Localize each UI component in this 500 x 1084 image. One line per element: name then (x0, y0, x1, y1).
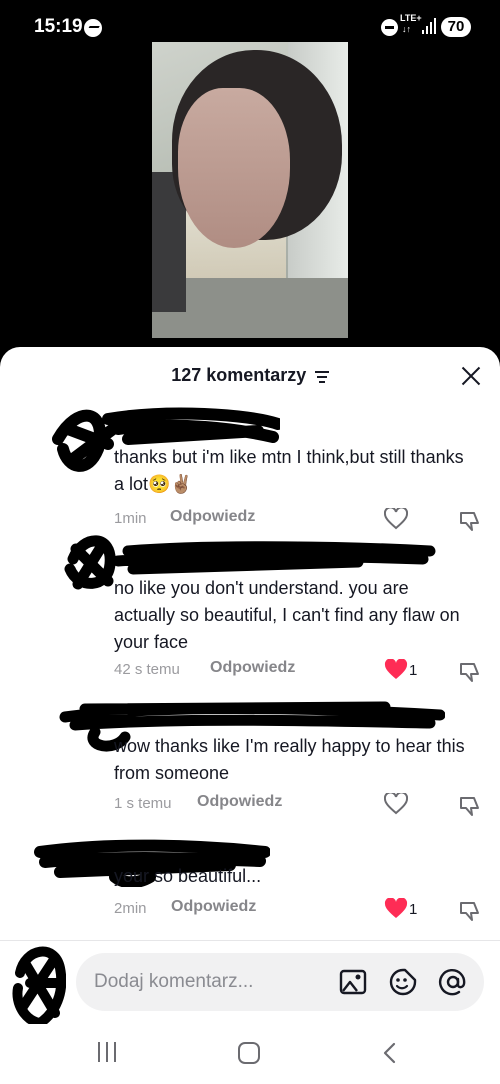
nav-back-icon[interactable] (382, 1042, 396, 1064)
network-activity: ↓↑ (402, 24, 411, 34)
messenger-icon (84, 19, 102, 37)
dislike-icon[interactable] (458, 660, 482, 684)
redacted-user-avatar (12, 946, 66, 1027)
comment-count: 127 komentarzy (171, 365, 307, 385)
comment-item: your so beautiful... 2min Odpowiedz 1 (0, 837, 500, 932)
comment-item: wow thanks like I'm really happy to hear… (0, 697, 500, 817)
reply-button[interactable]: Odpowiedz (197, 793, 282, 811)
status-time: 15:19 (34, 16, 83, 37)
battery-level: 70 (441, 17, 471, 37)
like-count: 1 (409, 662, 418, 679)
network-type: LTE+ (400, 13, 422, 23)
dislike-icon[interactable] (458, 794, 482, 818)
emoji-icon[interactable] (388, 967, 418, 997)
dnd-icon (381, 19, 398, 36)
like-button[interactable]: 1 (384, 659, 424, 685)
comment-text: thanks but i'm like mtn I think,but stil… (114, 447, 464, 494)
comment-input-placeholder: Dodaj komentarz... (94, 971, 254, 992)
comment-text: no like you don't understand. you are ac… (114, 578, 460, 652)
like-button[interactable]: 1 (384, 898, 424, 924)
like-count: 1 (409, 901, 418, 918)
comment-time: 42 s temu (114, 661, 180, 678)
filter-icon[interactable] (314, 370, 329, 383)
nav-recents-icon[interactable] (98, 1042, 118, 1062)
heart-icon (384, 898, 408, 918)
video-frame[interactable] (152, 42, 348, 338)
comment-input[interactable]: Dodaj komentarz... (76, 953, 484, 1011)
reply-button[interactable]: Odpowiedz (210, 659, 295, 677)
heart-icon (384, 659, 408, 679)
heart-icon (384, 793, 408, 815)
heart-icon (384, 508, 408, 530)
nav-home-icon[interactable] (238, 1042, 260, 1064)
signal-icon (422, 18, 436, 34)
mention-icon[interactable] (438, 967, 468, 997)
comment-time: 1min (114, 510, 147, 527)
image-icon[interactable] (338, 967, 368, 997)
comment-time: 1 s temu (114, 795, 172, 812)
close-icon[interactable] (460, 365, 482, 387)
reply-button[interactable]: Odpowiedz (171, 898, 256, 916)
sheet-header: 127 komentarzy (0, 365, 500, 391)
reply-button[interactable]: Odpowiedz (170, 508, 255, 526)
comment-time: 2min (114, 900, 147, 917)
comment-text: your so beautiful... (114, 866, 262, 886)
comment-input-bar: Dodaj komentarz... (0, 940, 500, 1027)
comment-text: wow thanks like I'm really happy to hear… (114, 736, 465, 783)
dislike-icon[interactable] (458, 899, 482, 923)
like-button[interactable] (384, 793, 424, 819)
comment-item: thanks but i'm like mtn I think,but stil… (0, 399, 500, 531)
comment-item: no like you don't understand. you are ac… (0, 529, 500, 682)
system-nav-bar (0, 1024, 500, 1084)
